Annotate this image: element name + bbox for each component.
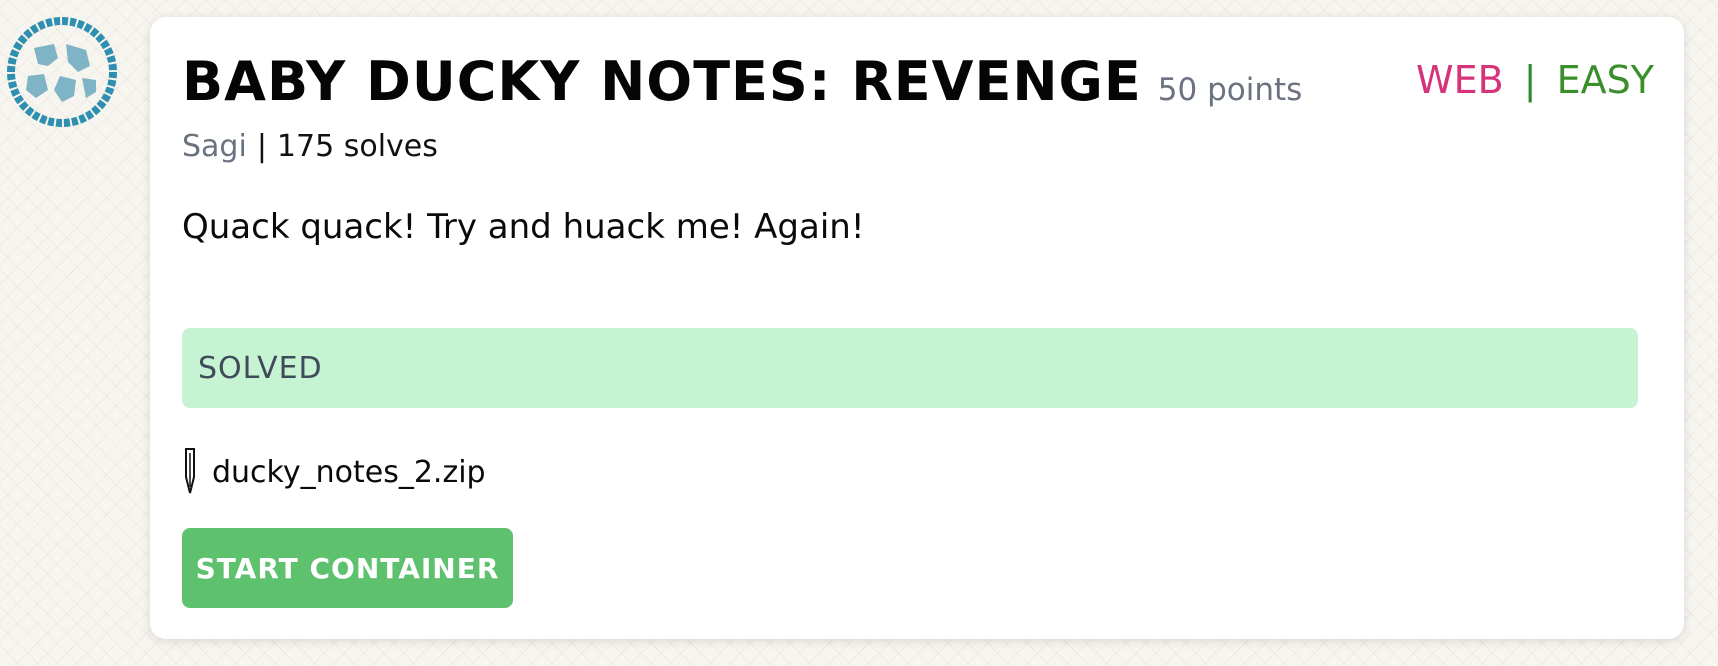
title-row: BABY DUCKY NOTES: REVENGE 50 points	[182, 55, 1302, 109]
solved-status-banner: SOLVED	[182, 328, 1638, 408]
challenge-points: 50 points	[1157, 72, 1303, 108]
site-logo[interactable]	[4, 14, 120, 130]
category-tag: WEB	[1416, 58, 1504, 102]
globe-logo-icon	[7, 17, 117, 127]
solved-status-label: SOLVED	[198, 350, 323, 386]
tag-separator: |	[1523, 58, 1537, 102]
challenge-author: Sagi	[182, 129, 247, 164]
challenge-description: Quack quack! Try and huack me! Again!	[182, 207, 865, 247]
difficulty-tag: EASY	[1556, 58, 1654, 102]
attachment-row: ducky_notes_2.zip	[180, 447, 486, 497]
challenge-title: BABY DUCKY NOTES: REVENGE	[182, 50, 1142, 113]
challenge-tags: WEB | EASY	[1416, 61, 1654, 99]
solve-count: 175 solves	[276, 129, 438, 164]
attachment-link[interactable]: ducky_notes_2.zip	[212, 455, 486, 490]
challenge-meta: Sagi | 175 solves	[182, 129, 438, 164]
pen-nib-icon	[180, 447, 200, 497]
challenge-card: BABY DUCKY NOTES: REVENGE 50 points WEB …	[150, 17, 1684, 639]
start-container-button[interactable]: START CONTAINER	[182, 528, 513, 608]
meta-separator: |	[256, 129, 267, 164]
